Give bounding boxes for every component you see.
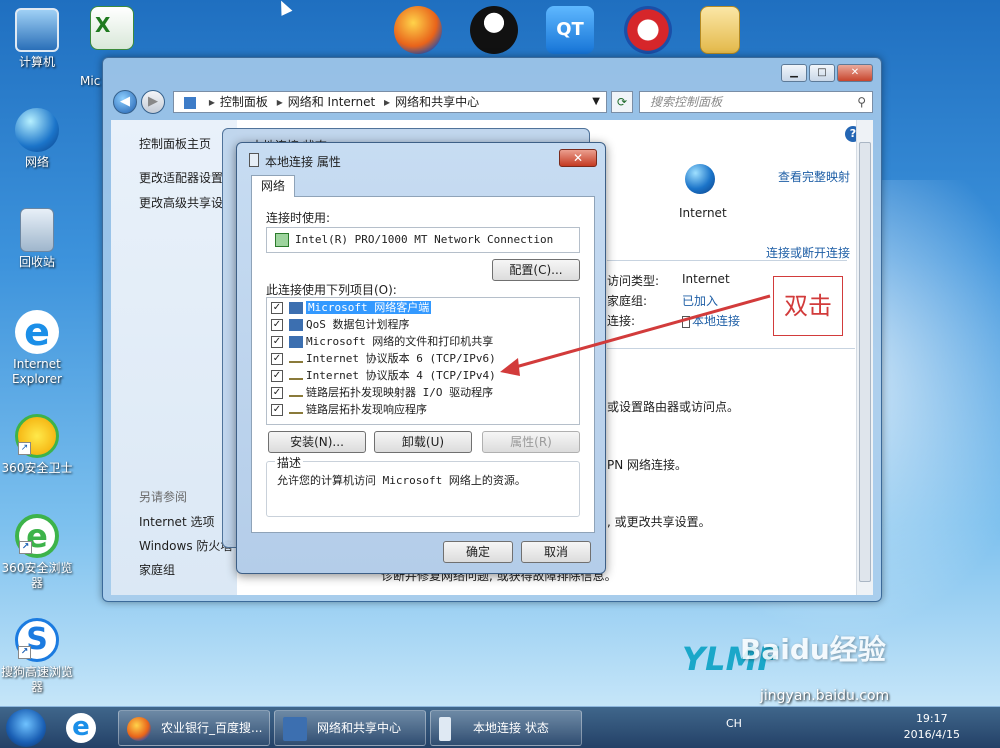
- network-adapter-icon: [439, 717, 451, 741]
- clock[interactable]: 19:17 2016/4/15: [904, 711, 960, 743]
- start-button[interactable]: [6, 709, 46, 747]
- baidu-watermark: Baidu经验: [740, 633, 886, 666]
- taskbar: e 农业银行_百度搜... 网络和共享中心 本地连接 状态 CH 19:17 2…: [0, 706, 1000, 748]
- language-indicator[interactable]: CH: [726, 717, 742, 730]
- taskbar-button-browser[interactable]: 农业银行_百度搜...: [118, 710, 270, 746]
- ie-taskbar-icon[interactable]: e: [66, 713, 96, 743]
- taskbar-button-network-center[interactable]: 网络和共享中心: [274, 710, 426, 746]
- firefox-icon: [127, 717, 151, 741]
- baidu-watermark-url: jingyan.baidu.com: [760, 688, 890, 704]
- network-icon: [283, 717, 307, 741]
- annotation-label: 双击: [773, 276, 843, 336]
- clock-time: 19:17: [915, 712, 948, 725]
- tab-network[interactable]: 网络: [251, 175, 295, 197]
- taskbar-button-connection-status[interactable]: 本地连接 状态: [430, 710, 582, 746]
- system-tray: CH: [726, 717, 742, 730]
- clock-date: 2016/4/15: [903, 728, 960, 741]
